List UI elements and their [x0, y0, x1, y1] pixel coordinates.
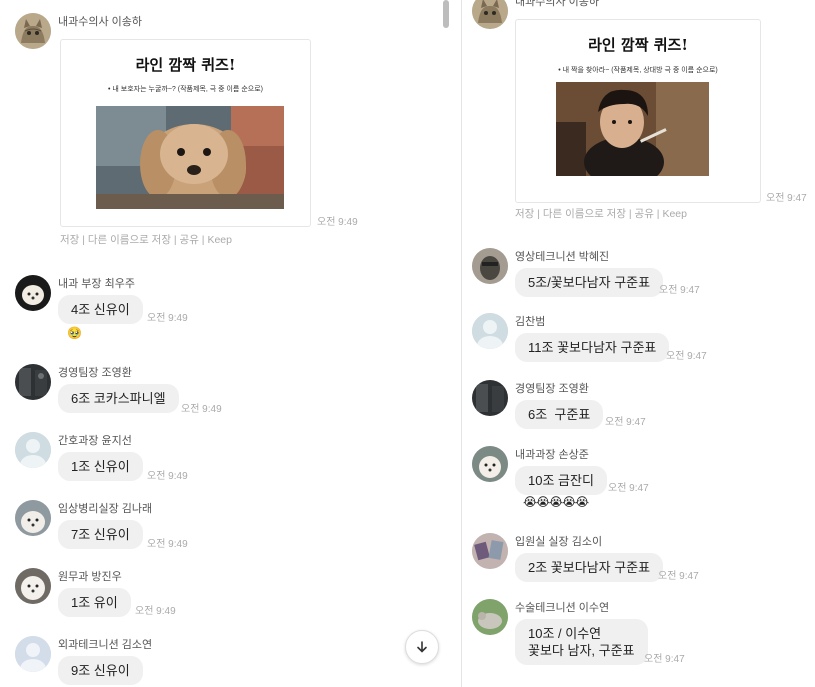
message-item: 김찬범 11조 꽃보다남자 구준표 오전 9:47 [472, 313, 812, 363]
message-time: 오전 9:47 [605, 417, 646, 428]
image-actions[interactable]: 저장 | 다른 이름으로 저장 | 공유 | Keep [60, 232, 232, 247]
avatar-cat[interactable] [472, 0, 508, 29]
message-item: 수술테크니션 이수연 10조 / 이수연 꽃보다 남자, 구준표 오전 9:47 [472, 599, 812, 669]
sender-name: 내과수의사 이송하 [58, 16, 143, 28]
message-time: 오전 9:49 [147, 471, 188, 482]
emoji-reaction: 😭😭😭😭😭 [523, 495, 589, 509]
message-bubble[interactable]: 6조 구준표 [515, 400, 604, 429]
sender-name: 내과수의사 이송하 [515, 0, 600, 8]
avatar-default[interactable] [15, 636, 51, 672]
avatar-cat[interactable] [15, 13, 51, 49]
message-item: 간호과장 윤지선 1조 신유이 오전 9:49 [15, 432, 435, 482]
quiz-card-title: 라인 깜짝 퀴즈! [135, 56, 236, 74]
message-item: 내과과장 손상준 10조 금잔디 오전 9:47 😭😭😭😭😭 [472, 446, 812, 516]
message-bubble[interactable]: 2조 꽃보다남자 구준표 [515, 553, 664, 582]
avatar-dog-black[interactable] [15, 275, 51, 311]
sender-name: 원무과 방진우 [58, 571, 122, 583]
message-time: 오전 9:47 [766, 193, 807, 204]
avatar-default[interactable] [15, 432, 51, 468]
message-time: 오전 9:49 [181, 404, 222, 415]
message-item: 내과 부장 최우주 4조 신유이 오전 9:49 🥹 [15, 275, 435, 345]
sender-name: 내과과장 손상준 [515, 449, 589, 461]
message-item: 임상병리실장 김나래 7조 신유이 오전 9:49 [15, 500, 435, 550]
avatar-dark[interactable] [472, 380, 508, 416]
message-item: 영상테크니션 박혜진 5조/꽃보다남자 구준표 오전 9:47 [472, 248, 812, 298]
avatar-white-dog[interactable] [15, 500, 51, 536]
quiz-card-title: 라인 깜짝 퀴즈! [588, 36, 688, 54]
chat-panel-left[interactable]: 내과수의사 이송하 라인 깜짝 퀴즈! • 내 보호자는 누굴까~? (작품제목… [0, 0, 456, 687]
scroll-down-button[interactable] [405, 630, 439, 664]
message-time: 오전 9:49 [317, 217, 358, 228]
message-bubble[interactable]: 5조/꽃보다남자 구준표 [515, 268, 664, 297]
message-item: 입원실 실장 김소이 2조 꽃보다남자 구준표 오전 9:47 [472, 533, 812, 583]
message-time: 오전 9:49 [147, 539, 188, 550]
image-actions[interactable]: 저장 | 다른 이름으로 저장 | 공유 | Keep [515, 206, 687, 221]
message-item: 외과테크니션 김소연 9조 신유이 [15, 636, 435, 687]
message-line: 10조 / 이수연 [528, 626, 602, 641]
sender-name: 경영팀장 조영환 [58, 367, 132, 379]
message-bubble[interactable]: 7조 신유이 [58, 520, 143, 549]
quiz-card[interactable]: 라인 깜짝 퀴즈! • 내 짝을 찾아라~ (작품제목, 상대방 극 중 이름 … [515, 19, 761, 203]
message-card-quiz: 내과수의사 이송하 라인 깜짝 퀴즈! • 내 짝을 찾아라~ (작품제목, 상… [472, 0, 812, 223]
message-time: 오전 9:47 [666, 351, 707, 362]
message-bubble[interactable]: 11조 꽃보다남자 구준표 [515, 333, 670, 362]
sender-name: 내과 부장 최우주 [58, 278, 135, 290]
chat-panel-right[interactable]: 내과수의사 이송하 라인 깜짝 퀴즈! • 내 짝을 찾아라~ (작품제목, 상… [461, 0, 815, 687]
quiz-card[interactable]: 라인 깜짝 퀴즈! • 내 보호자는 누굴까~? (작품제목, 극 중 이름 순… [60, 39, 311, 227]
message-time: 오전 9:47 [608, 483, 649, 494]
quiz-photo-actor[interactable] [556, 82, 709, 176]
sender-name: 영상테크니션 박혜진 [515, 251, 610, 263]
sender-name: 임상병리실장 김나래 [58, 503, 153, 515]
avatar-white-dog[interactable] [472, 446, 508, 482]
message-item: 경영팀장 조영환 6조 구준표 오전 9:47 [472, 380, 812, 430]
avatar-dark[interactable] [15, 364, 51, 400]
avatar-photo[interactable] [472, 248, 508, 284]
quiz-photo-dog[interactable] [96, 106, 284, 209]
message-time: 오전 9:47 [658, 571, 699, 582]
message-time: 오전 9:47 [644, 654, 685, 665]
quiz-card-subtitle: • 내 보호자는 누굴까~? (작품제목, 극 중 이름 순으로) [108, 86, 263, 93]
message-time: 오전 9:47 [659, 285, 700, 296]
scrollbar-thumb[interactable] [443, 0, 449, 28]
arrow-down-icon [417, 641, 427, 653]
message-bubble[interactable]: 6조 코카스파니엘 [58, 384, 179, 413]
avatar-animal[interactable] [472, 599, 508, 635]
message-bubble[interactable]: 1조 유이 [58, 588, 131, 617]
message-bubble[interactable]: 10조 금잔디 [515, 466, 607, 495]
sender-name: 수술테크니션 이수연 [515, 602, 610, 614]
sender-name: 김찬범 [515, 316, 546, 328]
sender-name: 외과테크니션 김소연 [58, 639, 153, 651]
avatar-photo[interactable] [472, 533, 508, 569]
sender-name: 간호과장 윤지선 [58, 435, 132, 447]
message-time: 오전 9:49 [147, 313, 188, 324]
quiz-card-subtitle: • 내 짝을 찾아라~ (작품제목, 상대방 극 중 이름 순으로) [558, 67, 718, 74]
message-bubble[interactable]: 1조 신유이 [58, 452, 143, 481]
message-card-quiz: 내과수의사 이송하 라인 깜짝 퀴즈! • 내 보호자는 누굴까~? (작품제목… [15, 13, 435, 253]
message-bubble[interactable]: 9조 신유이 [58, 656, 143, 685]
message-line: 꽃보다 남자, 구준표 [528, 643, 635, 658]
sender-name: 입원실 실장 김소이 [515, 536, 603, 548]
message-bubble[interactable]: 4조 신유이 [58, 295, 143, 324]
message-bubble[interactable]: 10조 / 이수연 꽃보다 남자, 구준표 [515, 619, 648, 665]
emoji-reaction: 🥹 [67, 326, 82, 340]
message-item: 경영팀장 조영환 6조 코카스파니엘 오전 9:49 [15, 364, 435, 415]
message-item: 원무과 방진우 1조 유이 오전 9:49 [15, 568, 435, 618]
avatar-default[interactable] [472, 313, 508, 349]
sender-name: 경영팀장 조영환 [515, 383, 589, 395]
message-time: 오전 9:49 [135, 606, 176, 617]
avatar-pomeranian[interactable] [15, 568, 51, 604]
